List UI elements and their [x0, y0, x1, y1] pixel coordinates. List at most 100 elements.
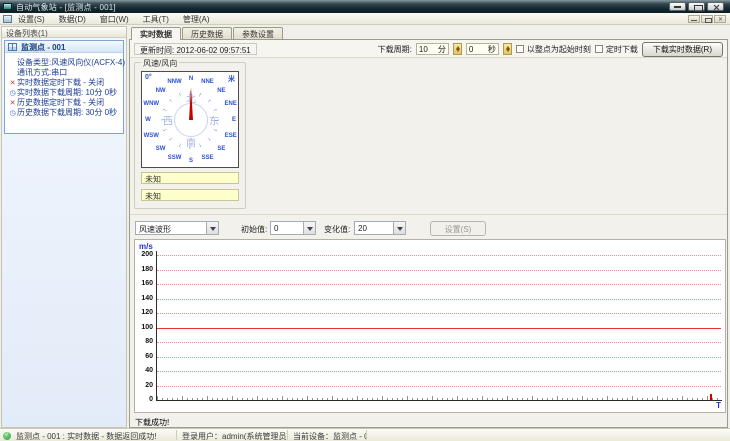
y-tick-label: 60: [145, 352, 153, 360]
device-card-title[interactable]: 监测点 - 001: [5, 41, 123, 53]
x-minor-tick: [482, 396, 483, 400]
x-minor-tick: [667, 398, 668, 400]
child-restore-icon[interactable]: [701, 15, 713, 23]
gridline: [157, 342, 721, 343]
child-minimize-icon[interactable]: [688, 15, 700, 23]
close-x-icon: ✕: [9, 80, 16, 87]
initial-value-select[interactable]: 0: [270, 221, 316, 235]
align-start-checkbox[interactable]: [515, 45, 524, 53]
x-minor-tick: [432, 396, 433, 400]
minutes-input[interactable]: 10 分: [415, 43, 449, 55]
x-minor-tick: [492, 398, 493, 400]
wind-degrees-label: 0°: [145, 74, 152, 81]
app-icon: [3, 3, 12, 10]
seconds-input[interactable]: 0 秒: [465, 43, 499, 55]
x-minor-tick: [187, 398, 188, 400]
x-minor-tick: [177, 398, 178, 400]
wind-direction-value[interactable]: 未知: [141, 189, 239, 201]
x-minor-tick: [542, 398, 543, 400]
y-tick-label: 80: [145, 338, 153, 345]
close-icon[interactable]: [707, 2, 724, 11]
x-minor-tick: [277, 398, 278, 400]
device-card[interactable]: 监测点 - 001 设备类型:风速风向仪(ACFX-4) 通讯方式:串口 ✕ 实时数据…: [4, 40, 125, 134]
x-minor-tick: [717, 398, 718, 400]
align-start-option[interactable]: 以整点为起始时刻: [515, 44, 591, 55]
gridline: [157, 356, 721, 358]
align-start-label: 以整点为起始时刻: [526, 44, 591, 54]
y-tick-label: 20: [145, 381, 153, 389]
tab-实时数据[interactable]: 实时数据: [131, 27, 181, 40]
x-minor-tick: [522, 398, 523, 400]
direction-arrow-icon: →: [175, 91, 184, 99]
change-value-select[interactable]: 20: [354, 221, 406, 235]
child-window-icon[interactable]: [3, 15, 12, 23]
timed-download-option[interactable]: 定时下载: [594, 44, 638, 55]
gridline: [157, 269, 721, 271]
x-minor-tick: [192, 398, 193, 400]
x-minor-tick: [582, 396, 583, 400]
gridline: [157, 255, 721, 256]
wind-group-box: 风速/风向 0° 米 北 南 西 东 N → NNE → NE → ENE → E → ESE → SE…: [134, 58, 246, 209]
x-minor-tick: [442, 398, 443, 400]
chevron-down-icon[interactable]: [393, 222, 405, 234]
menu-item[interactable]: 工具(T): [139, 13, 173, 25]
x-minor-tick: [692, 398, 693, 400]
x-minor-tick: [342, 398, 343, 400]
x-minor-tick: [252, 398, 253, 400]
x-minor-tick: [317, 398, 318, 400]
wind-group-title: 风速/风向: [141, 58, 180, 69]
direction-label-S: S: [188, 158, 194, 164]
x-minor-tick: [437, 398, 438, 400]
x-minor-tick: [657, 396, 658, 400]
tab-参数设置[interactable]: 参数设置: [233, 27, 283, 39]
x-minor-tick: [237, 398, 238, 400]
device-info-line: 通讯方式:串口: [17, 68, 68, 77]
x-minor-tick: [472, 398, 473, 400]
chevron-down-icon[interactable]: [303, 222, 315, 234]
y-tick-label: 120: [141, 309, 153, 316]
x-minor-tick: [227, 398, 228, 400]
seconds-unit: 秒: [487, 44, 496, 54]
x-minor-tick: [557, 396, 558, 400]
timed-download-label: 定时下载: [605, 44, 638, 54]
chevron-down-icon[interactable]: [206, 222, 218, 234]
device-info-list: 设备类型:风速风向仪(ACFX-4) 通讯方式:串口 ✕ 实时数据定时下载 - 关闭 ◷…: [5, 53, 125, 117]
menu-item[interactable]: 设置(S): [14, 13, 49, 25]
x-minor-tick: [372, 398, 373, 400]
x-minor-tick: [572, 398, 573, 400]
x-minor-tick: [402, 398, 403, 400]
x-minor-tick: [167, 398, 168, 400]
window-title: 自动气象站 - [监测点 - 001]: [16, 3, 116, 12]
timed-download-checkbox[interactable]: [594, 45, 603, 53]
x-minor-tick: [477, 398, 478, 400]
direction-arrow-icon: →: [214, 117, 220, 123]
y-tick-label: 140: [141, 294, 153, 302]
direction-label-N: N: [188, 76, 194, 82]
y-tick-label: 40: [145, 367, 153, 374]
tab-strip: 实时数据 历史数据 参数设置: [131, 27, 284, 40]
x-minor-tick: [422, 398, 423, 400]
menu-item[interactable]: 数据(D): [55, 13, 90, 25]
menu-bar: 设置(S) 数据(D) 窗口(W) 工具(T) 管理(A): [0, 13, 730, 25]
time-axis-marker: T: [716, 401, 721, 410]
direction-label-SSW: SSW: [167, 154, 182, 161]
x-minor-tick: [592, 398, 593, 400]
menu-item[interactable]: 窗口(W): [96, 13, 133, 25]
waveform-type-select[interactable]: 风速波形: [135, 221, 219, 235]
x-minor-tick: [612, 398, 613, 400]
direction-arrow-icon: →: [161, 126, 169, 135]
x-minor-tick: [417, 398, 418, 400]
tab-历史数据[interactable]: 历史数据: [182, 27, 232, 39]
download-realtime-button[interactable]: 下载实时数据(R): [641, 41, 723, 57]
wind-speed-value[interactable]: 未知: [141, 172, 239, 184]
x-minor-tick: [387, 398, 388, 400]
x-minor-tick: [682, 396, 683, 400]
direction-arrow-icon: →: [166, 134, 176, 144]
maximize-icon[interactable]: [688, 2, 705, 12]
minutes-stepper[interactable]: [452, 43, 462, 55]
x-minor-tick: [652, 398, 653, 400]
seconds-stepper[interactable]: [502, 43, 512, 55]
child-close-icon[interactable]: [714, 15, 726, 23]
minimize-icon[interactable]: [669, 2, 686, 11]
menu-item[interactable]: 管理(A): [179, 13, 214, 25]
